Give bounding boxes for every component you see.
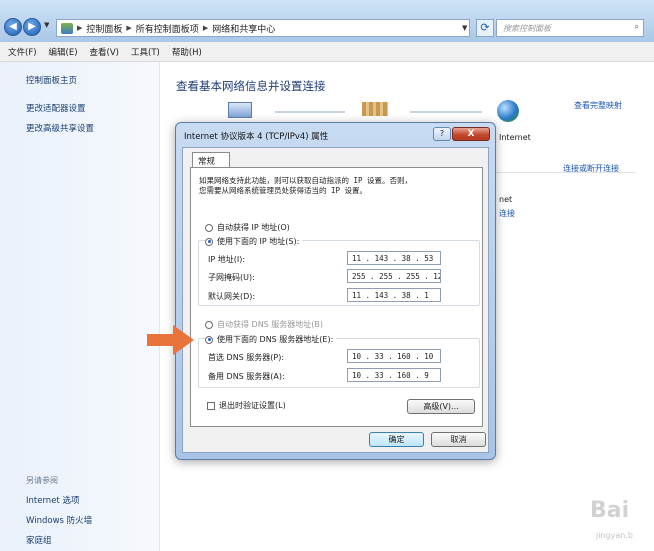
menu-file[interactable]: 文件(F) xyxy=(8,46,37,58)
use-ip-radio[interactable]: 使用下面的 IP 地址(S): xyxy=(205,236,303,247)
address-bar[interactable]: ▶ 控制面板 ▶ 所有控制面板项 ▶ 网络和共享中心 xyxy=(56,19,470,37)
full-map-link[interactable]: 查看完整映射 xyxy=(574,100,622,111)
refresh-button[interactable]: ⟳ xyxy=(476,19,494,37)
search-input[interactable]: 搜索控制面板 ⌕ xyxy=(496,19,644,37)
breadcrumb-all-items[interactable]: 所有控制面板项 xyxy=(136,22,199,35)
auto-ip-label: 自动获得 IP 地址(O) xyxy=(217,223,290,232)
internet-options-link[interactable]: Internet 选项 xyxy=(26,494,79,506)
chevron-right-icon: ▶ xyxy=(202,24,209,32)
auto-ip-radio[interactable]: 自动获得 IP 地址(O) xyxy=(205,222,290,233)
validate-on-exit-checkbox[interactable]: 退出时验证设置(L) xyxy=(207,400,286,411)
ip-address-label: IP 地址(I): xyxy=(208,255,246,264)
auto-dns-radio[interactable]: 自动获得 DNS 服务器地址(B) xyxy=(205,319,323,330)
see-also-heading: 另请参阅 xyxy=(26,476,58,485)
use-dns-radio[interactable]: 使用下面的 DNS 服务器地址(E): xyxy=(205,334,337,345)
radio-indicator xyxy=(205,237,213,246)
network-type-text: net xyxy=(499,195,513,204)
menu-tools[interactable]: 工具(T) xyxy=(131,46,160,58)
alternate-dns-label: 备用 DNS 服务器(A): xyxy=(208,372,285,381)
recent-pages-icon[interactable]: ▼ xyxy=(44,21,49,29)
left-pane: 控制面板主页 更改适配器设置 更改高级共享设置 另请参阅 Internet 选项… xyxy=(0,62,160,551)
forward-button[interactable]: ▶ xyxy=(23,18,41,36)
ip-address-field[interactable]: 11 . 143 . 38 . 53 xyxy=(347,251,441,265)
preferred-dns-field[interactable]: 10 . 33 . 160 . 10 xyxy=(347,349,441,363)
default-gateway-label: 默认网关(D): xyxy=(208,292,256,301)
menu-view[interactable]: 查看(V) xyxy=(90,46,119,58)
internet-label: Internet xyxy=(499,133,531,142)
subnet-mask-field[interactable]: 255 . 255 . 255 . 128 xyxy=(347,269,441,283)
use-ip-label: 使用下面的 IP 地址(S): xyxy=(217,237,300,246)
validate-on-exit-label: 退出时验证设置(L) xyxy=(219,401,286,410)
tab-general[interactable]: 常规 xyxy=(192,152,230,168)
breadcrumb-control-panel[interactable]: 控制面板 xyxy=(86,22,122,35)
address-dropdown-icon[interactable]: ▼ xyxy=(462,24,467,32)
control-panel-icon xyxy=(61,22,73,34)
preferred-dns-label: 首选 DNS 服务器(P): xyxy=(208,353,285,362)
search-icon[interactable]: ⌕ xyxy=(635,22,639,32)
firewall-link[interactable]: Windows 防火墙 xyxy=(26,514,92,526)
globe-icon xyxy=(497,100,519,122)
checkbox-indicator xyxy=(207,401,215,410)
cancel-button[interactable]: 取消 xyxy=(431,432,486,447)
watermark-url: jingyan.b xyxy=(596,531,633,540)
dialog-description: 如果网络支持此功能，则可以获取自动指派的 IP 设置。否则， 您需要从网络系统管… xyxy=(199,176,474,196)
radio-indicator xyxy=(205,223,213,232)
chevron-right-icon: ▶ xyxy=(77,24,83,32)
description-line-2: 您需要从网络系统管理员处获得适当的 IP 设置。 xyxy=(199,186,368,195)
default-gateway-field[interactable]: 11 . 143 . 38 . 1 xyxy=(347,288,441,302)
breadcrumb-network-center[interactable]: 网络和共享中心 xyxy=(212,22,275,35)
arrow-annotation-icon xyxy=(147,325,194,355)
dialog-title: Internet 协议版本 4 (TCP/IPv4) 属性 xyxy=(184,132,329,142)
radio-indicator xyxy=(205,335,213,344)
alternate-dns-field[interactable]: 10 . 33 . 160 . 9 xyxy=(347,368,441,382)
connect-disconnect-link[interactable]: 连接或断开连接 xyxy=(563,163,619,174)
ok-button[interactable]: 确定 xyxy=(369,432,424,447)
back-button[interactable]: ◀ xyxy=(4,18,22,36)
computer-icon xyxy=(228,102,252,118)
auto-dns-label: 自动获得 DNS 服务器地址(B) xyxy=(217,320,324,329)
description-line-1: 如果网络支持此功能，则可以获取自动指派的 IP 设置。否则， xyxy=(199,176,413,185)
advanced-sharing-link[interactable]: 更改高级共享设置 xyxy=(26,122,94,134)
page-title: 查看基本网络信息并设置连接 xyxy=(176,79,326,93)
radio-indicator xyxy=(205,320,213,329)
subnet-mask-label: 子网掩码(U): xyxy=(208,273,255,282)
help-button[interactable]: ? xyxy=(433,127,451,141)
network-icon xyxy=(362,102,388,116)
use-dns-label: 使用下面的 DNS 服务器地址(E): xyxy=(217,335,334,344)
homegroup-link[interactable]: 家庭组 xyxy=(26,534,52,546)
advanced-button[interactable]: 高级(V)... xyxy=(407,399,475,414)
search-placeholder: 搜索控制面板 xyxy=(503,24,551,33)
menu-help[interactable]: 帮助(H) xyxy=(172,46,202,58)
chevron-right-icon: ▶ xyxy=(126,24,132,32)
close-button[interactable]: X xyxy=(452,127,490,141)
connection-line xyxy=(410,111,482,113)
change-adapter-link[interactable]: 更改适配器设置 xyxy=(26,102,86,114)
connection-line xyxy=(275,111,345,113)
explorer-titlebar: ◀ ▶ ▼ ▶ 控制面板 ▶ 所有控制面板项 ▶ 网络和共享中心 ▼ ⟳ 搜索控… xyxy=(0,0,654,42)
control-panel-home-link[interactable]: 控制面板主页 xyxy=(26,74,77,86)
menu-edit[interactable]: 编辑(E) xyxy=(49,46,78,58)
connection-link[interactable]: 连接 xyxy=(499,208,515,219)
watermark-logo: Bai xyxy=(590,498,630,523)
menu-bar: 文件(F) 编辑(E) 查看(V) 工具(T) 帮助(H) xyxy=(0,42,654,62)
